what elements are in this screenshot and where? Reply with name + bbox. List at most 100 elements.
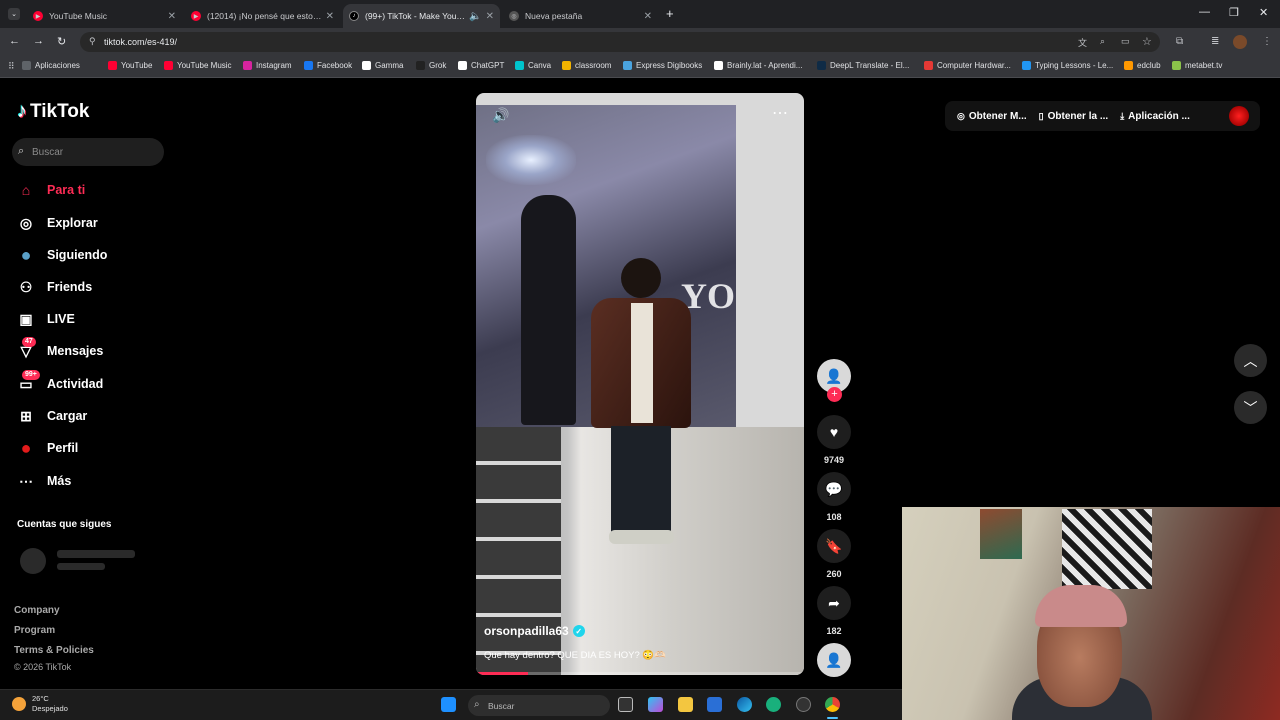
translate-icon[interactable]: 文 (1078, 36, 1087, 49)
sidebar-item-mensajes[interactable]: ▽ Mensajes 47 (17, 337, 104, 360)
maximize-window-icon[interactable]: ❐ (1229, 6, 1239, 19)
bookmark-item[interactable]: YouTube (108, 61, 152, 70)
app-icon[interactable] (796, 697, 811, 712)
bookmark-item[interactable]: Instagram (243, 61, 292, 70)
desktop-app-button[interactable]: ⤓ Aplicación ... (1120, 111, 1190, 122)
bookmark-item[interactable]: classroom (562, 61, 611, 70)
sidebar-item-live[interactable]: ▣ LIVE (17, 310, 74, 328)
sidebar-item-friends[interactable]: ⚇ Friends (17, 278, 92, 296)
close-tab-icon[interactable]: ✕ (326, 11, 334, 22)
edge-dev-icon[interactable] (766, 697, 781, 712)
close-tab-icon[interactable]: ✕ (644, 11, 652, 22)
volume-icon[interactable]: 🔊 (492, 107, 509, 124)
address-bar[interactable]: ⚲ tiktok.com/es-419/ 文 ⌕ ▭ ☆ (80, 32, 1160, 52)
tab-youtube-video[interactable]: ▶ (12014) ¡No pensé que esto pa ✕ (185, 4, 340, 28)
back-arrow-icon[interactable]: ← (9, 35, 20, 47)
share-button[interactable]: ➦ 182 (817, 586, 851, 636)
bookmark-item[interactable]: Gamma (362, 61, 403, 70)
weather-widget[interactable]: 26°C Despejado (12, 694, 68, 714)
bookmark-item[interactable]: Facebook (304, 61, 352, 70)
footer-link-company[interactable]: Company (14, 605, 60, 616)
extensions-puzzle-icon[interactable]: ⧉ (1176, 36, 1183, 47)
sidebar-item-explorar[interactable]: ◎ Explorar (17, 214, 98, 232)
bookmark-label: Express Digibooks (636, 61, 703, 70)
search-input[interactable]: ⌕ Buscar (12, 138, 164, 166)
tab-youtube-music[interactable]: ▶ YouTube Music ✕ (27, 4, 182, 28)
tab-new-tab[interactable]: ◎ Nueva pestaña ✕ (503, 4, 658, 28)
sidebar-item-label: Cargar (47, 409, 88, 423)
get-app-button[interactable]: ▯ Obtener la ... (1039, 111, 1109, 122)
minimize-window-icon[interactable]: — (1199, 6, 1210, 18)
reload-icon[interactable]: ↻ (57, 35, 66, 48)
bookmark-item[interactable]: Grok (416, 61, 446, 70)
more-options-icon[interactable]: ⋯ (772, 103, 788, 123)
tab-tiktok[interactable]: ♪ (99+) TikTok - Make Your D 🔈 ✕ (343, 4, 500, 28)
bookmark-item[interactable]: metabet.tv (1172, 61, 1222, 70)
sidebar-item-más[interactable]: ⋯ Más (17, 472, 71, 490)
bookmark-favicon-icon (416, 61, 425, 70)
bookmark-item[interactable]: Canva (515, 61, 551, 70)
footer-link-program[interactable]: Program (14, 625, 55, 636)
sidebar-item-cargar[interactable]: ⊞ Cargar (17, 407, 87, 425)
bookmark-item[interactable]: edclub (1124, 61, 1161, 70)
bookmark-item[interactable]: Aplicaciones (22, 61, 80, 70)
windows-start-icon[interactable] (441, 697, 456, 712)
sidebar-item-perfil[interactable]: ● Perfil (17, 438, 79, 458)
file-explorer-icon[interactable] (678, 697, 693, 712)
previous-video-button[interactable]: ︿ (1234, 344, 1267, 377)
sidebar-item-para-ti[interactable]: ⌂ Para ti (17, 181, 85, 199)
comment-button[interactable]: 💬 108 (817, 472, 851, 522)
taskbar-search[interactable]: ⌕ Buscar (468, 695, 610, 716)
get-coins-button[interactable]: ◎ Obtener M... (957, 111, 1027, 122)
forward-arrow-icon[interactable]: → (33, 35, 44, 47)
follow-plus-icon[interactable]: + (827, 387, 842, 402)
creator-avatar[interactable]: 👤 + (817, 359, 851, 402)
browser-menu-icon[interactable]: ⋮ (1262, 36, 1272, 47)
close-tab-icon[interactable]: ✕ (168, 11, 176, 22)
video-player[interactable]: YO 🔊 ⋯ orsonpadilla63 ✓ Que hay dentro? … (476, 93, 804, 675)
bookmark-item[interactable]: DeepL Translate - El... (817, 61, 909, 70)
chrome-icon[interactable] (825, 697, 840, 712)
bookmark-item[interactable]: Brainly.lat - Aprendi... (714, 61, 802, 70)
like-button[interactable]: ♥ 9749 (817, 415, 851, 465)
speaker-tab-icon[interactable]: 🔈 (469, 11, 481, 22)
bookmark-item[interactable]: Express Digibooks (623, 61, 702, 70)
copilot-icon[interactable] (648, 697, 663, 712)
video-username[interactable]: orsonpadilla63 ✓ (484, 624, 585, 638)
save-button[interactable]: 🔖 260 (817, 529, 851, 579)
bookmark-item[interactable]: YouTube Music (164, 61, 232, 70)
search-icon: ⌕ (18, 145, 25, 157)
site-info-icon[interactable]: ⚲ (89, 36, 96, 47)
video-progress-bar[interactable] (476, 672, 804, 675)
tiktok-logo[interactable]: ♪ TikTok (17, 100, 89, 123)
profile-avatar-icon[interactable] (1233, 35, 1247, 49)
sidebar-item-siguiendo[interactable]: ● Siguiendo (17, 245, 108, 265)
webcam-overlay (902, 507, 1280, 720)
tab-search-chevron-icon[interactable]: ⌄ (8, 8, 20, 20)
close-tab-icon[interactable]: ✕ (486, 11, 494, 22)
reading-list-icon[interactable]: ≣ (1211, 36, 1219, 47)
edge-icon[interactable] (737, 697, 752, 712)
music-disc[interactable]: 👤 (817, 643, 851, 677)
bookmark-favicon-icon (562, 61, 571, 70)
taskbar-search-placeholder: Buscar (488, 700, 515, 711)
close-window-icon[interactable]: ✕ (1259, 6, 1268, 19)
bookmark-item[interactable]: Typing Lessons - Le... (1022, 61, 1113, 70)
cast-icon[interactable]: ▭ (1121, 36, 1130, 47)
task-view-icon[interactable] (618, 697, 633, 712)
bookmark-item[interactable]: Computer Hardwar... (924, 61, 1011, 70)
new-tab-plus-icon[interactable]: + (666, 6, 674, 21)
next-video-button[interactable]: ﹀ (1234, 391, 1267, 424)
apps-grid-icon[interactable]: ⠿ (8, 61, 15, 72)
zoom-icon[interactable]: ⌕ (1100, 36, 1105, 47)
sidebar-item-label: Actividad (47, 377, 104, 391)
skeleton-line (57, 550, 135, 558)
bookmark-star-icon[interactable]: ☆ (1142, 35, 1152, 48)
footer-link-terms[interactable]: Terms & Policies (14, 645, 94, 656)
sidebar-item-label: Mensajes (47, 344, 104, 358)
bookmark-item[interactable]: ChatGPT (458, 61, 504, 70)
bookmark-label: Typing Lessons - Le... (1035, 61, 1114, 70)
user-avatar[interactable] (1229, 106, 1249, 126)
sidebar-item-actividad[interactable]: ▭ Actividad 99+ (17, 370, 104, 393)
store-icon[interactable] (707, 697, 722, 712)
